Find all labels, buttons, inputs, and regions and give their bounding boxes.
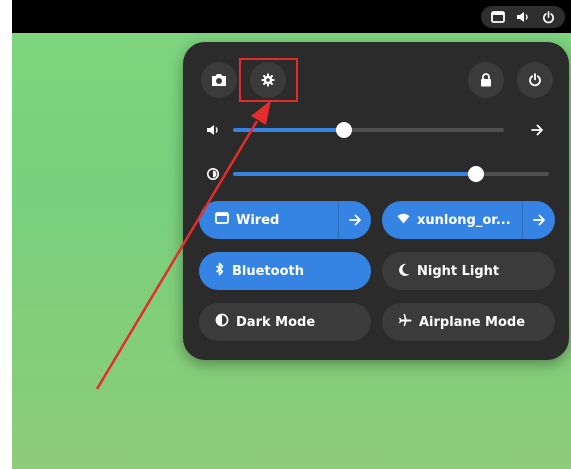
pointer-arrow-annotation: [95, 100, 271, 390]
